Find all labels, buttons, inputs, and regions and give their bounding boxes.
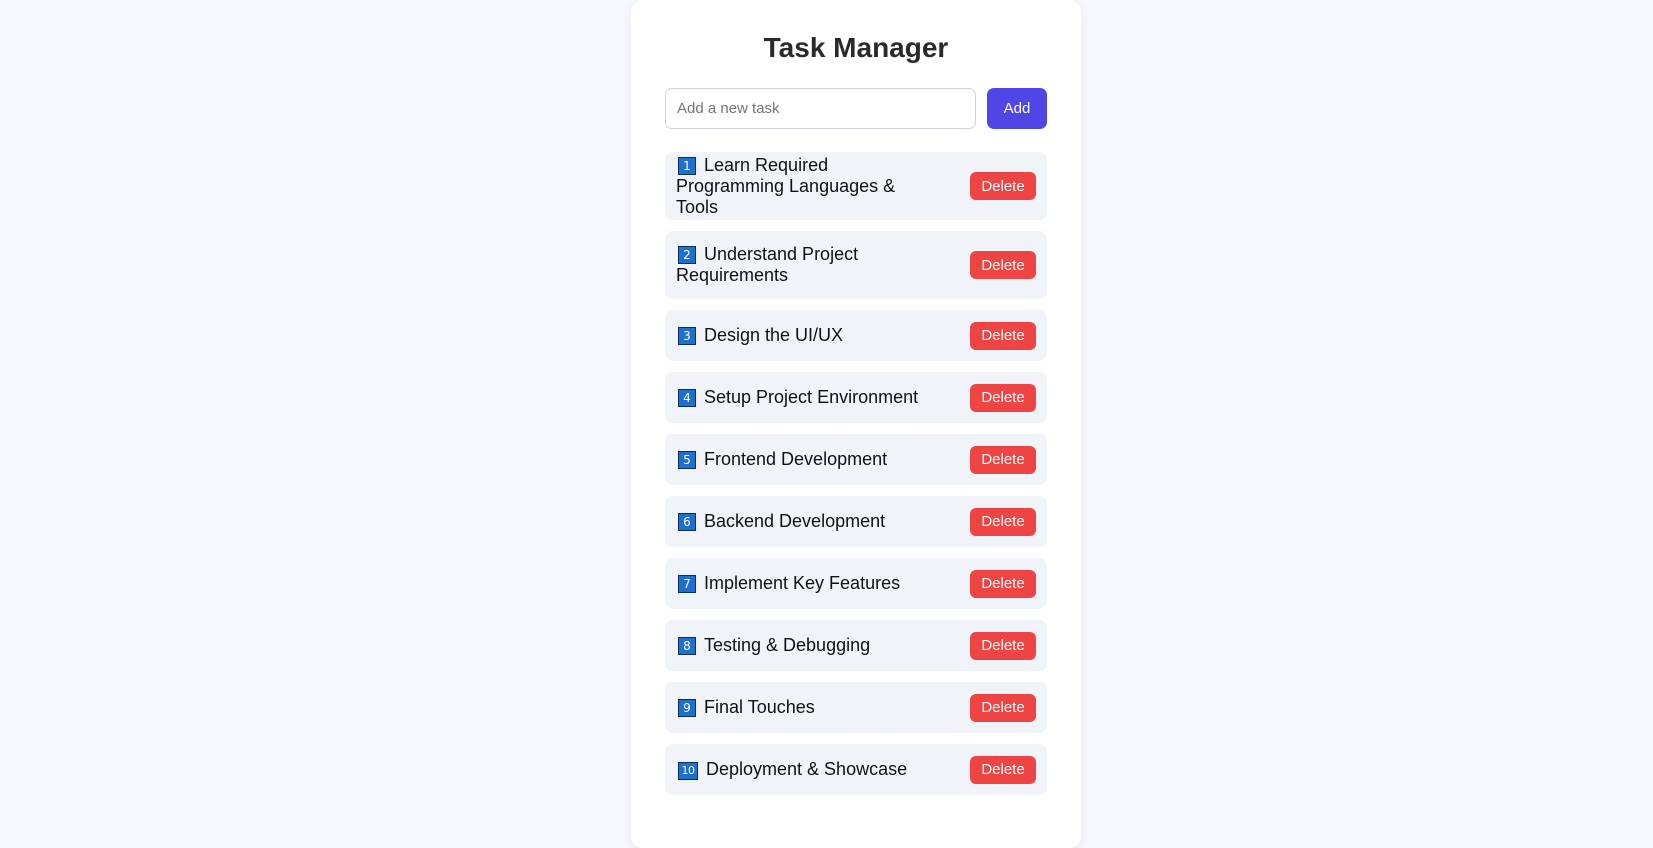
number-badge-icon: 8: [678, 637, 696, 655]
number-badge-icon: 5: [678, 451, 696, 469]
number-badge-icon: 6: [678, 513, 696, 531]
number-badge-icon: 9: [678, 699, 696, 717]
task-label: Frontend Development: [704, 449, 888, 469]
task-item: 3 Design the UI/UX Delete: [665, 310, 1047, 361]
delete-button[interactable]: Delete: [970, 755, 1036, 784]
task-text: 6 Backend Development: [676, 511, 941, 532]
delete-button[interactable]: Delete: [970, 383, 1036, 412]
task-label: Testing & Debugging: [704, 635, 871, 655]
task-text: 3 Design the UI/UX: [676, 325, 941, 346]
task-label: Deployment & Showcase: [706, 759, 908, 779]
add-button[interactable]: Add: [987, 87, 1047, 129]
delete-button[interactable]: Delete: [970, 172, 1036, 200]
task-item: 7 Implement Key Features Delete: [665, 558, 1047, 609]
task-item: 8 Testing & Debugging Delete: [665, 620, 1047, 671]
task-item: 5 Frontend Development Delete: [665, 434, 1047, 485]
task-text: 9 Final Touches: [676, 697, 941, 718]
task-label: Final Touches: [704, 697, 815, 717]
delete-button[interactable]: Delete: [970, 251, 1036, 279]
task-text: 5 Frontend Development: [676, 449, 941, 470]
task-input[interactable]: [665, 87, 976, 129]
number-badge-icon: 3: [678, 327, 696, 345]
delete-button[interactable]: Delete: [970, 569, 1036, 598]
number-badge-icon: 2: [678, 246, 696, 264]
delete-button[interactable]: Delete: [970, 693, 1036, 722]
task-label: Understand Project Requirements: [676, 244, 859, 285]
add-task-row: Add: [665, 87, 1047, 129]
task-item: 9 Final Touches Delete: [665, 682, 1047, 733]
task-label: Learn Required Programming Languages & T…: [676, 154, 896, 217]
task-manager-card: Task Manager Add 1Learn Required Program…: [631, 0, 1081, 848]
number-badge-icon: 10: [678, 762, 698, 780]
task-text: 1 Learn Required Programming Languages & …: [676, 155, 941, 218]
task-label: Setup Project Environment: [704, 387, 919, 407]
task-item: 6 Backend Development Delete: [665, 496, 1047, 547]
task-item: 2 Understand Project Requirements Delete: [665, 231, 1047, 299]
delete-button[interactable]: Delete: [970, 631, 1036, 660]
task-label: Design the UI/UX: [704, 325, 844, 345]
task-text: 10 Deployment & Showcase: [676, 759, 941, 780]
number-badge-icon: 4: [678, 389, 696, 407]
task-label: Backend Development: [704, 511, 886, 531]
task-item: 10 Deployment & Showcase Delete: [665, 744, 1047, 795]
task-list: 1 Learn Required Programming Languages & …: [665, 152, 1047, 795]
task-text: 7 Implement Key Features: [676, 573, 941, 594]
task-text: 8 Testing & Debugging: [676, 635, 941, 656]
delete-button[interactable]: Delete: [970, 321, 1036, 350]
task-item: 4 Setup Project Environment Delete: [665, 372, 1047, 423]
task-text: 4 Setup Project Environment: [676, 387, 941, 408]
number-badge-icon: 1: [678, 156, 696, 175]
task-text: 2 Understand Project Requirements: [676, 244, 941, 286]
task-item: 1 Learn Required Programming Languages & …: [665, 152, 1047, 220]
task-label: Implement Key Features: [704, 573, 901, 593]
delete-button[interactable]: Delete: [970, 445, 1036, 474]
delete-button[interactable]: Delete: [970, 507, 1036, 536]
number-badge-icon: 7: [678, 575, 696, 593]
page-title: Task Manager: [763, 32, 949, 63]
